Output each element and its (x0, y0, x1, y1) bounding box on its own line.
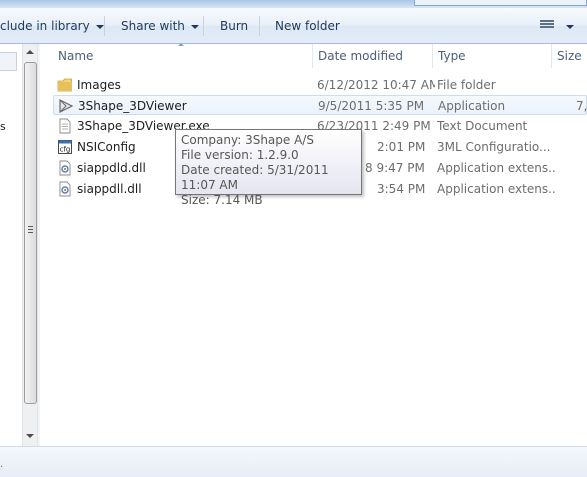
file-date: 8 9:47 PM (365, 161, 425, 175)
tooltip-file-version: File version: 1.2.9.0 (181, 148, 299, 162)
file-info-tooltip: Company: 3Shape A/S File version: 1.2.9.… (175, 129, 362, 207)
file-date: 3:54 PM (377, 182, 426, 196)
scroll-up-arrow-icon[interactable] (26, 50, 34, 54)
column-header-date-label: Date modified (318, 49, 404, 63)
file-size: 7, (576, 99, 587, 113)
details-pane-text: . (0, 459, 4, 470)
chevron-down-icon (190, 24, 199, 29)
column-header-name[interactable]: Name (52, 44, 314, 68)
column-header-type[interactable]: Type (432, 44, 552, 68)
file-type: Application extens... (437, 161, 555, 175)
file-type: Application extens... (437, 182, 555, 196)
scroll-down-arrow-icon[interactable] (26, 434, 34, 438)
new-folder-label: New folder (275, 19, 340, 33)
chevron-down-icon (95, 24, 104, 29)
file-type: 3ML Configuratio... (437, 140, 551, 154)
svg-text:cfg: cfg (60, 146, 71, 154)
file-date: 9/5/2011 5:35 PM (318, 99, 425, 113)
file-date: 6/12/2012 10:47 AM (317, 78, 435, 92)
scrollbar-thumb[interactable] (24, 62, 37, 404)
file-date: 2:01 PM (377, 140, 426, 154)
view-options-arrow-icon[interactable] (566, 25, 574, 29)
file-type: Application (438, 99, 506, 113)
grip-icon (28, 226, 33, 235)
file-row-3shape-viewer[interactable]: 3Shape_3DViewer 9/5/2011 5:35 PM Applica… (53, 95, 587, 115)
column-header-date-modified[interactable]: Date modified (312, 44, 432, 68)
folder-icon (57, 78, 72, 92)
file-row-images[interactable]: Images 6/12/2012 10:47 AM File folder (53, 75, 587, 95)
tooltip-company: Company: 3Shape A/S (181, 133, 314, 147)
nav-scrollbar[interactable] (22, 44, 38, 446)
dll-file-icon (59, 181, 71, 197)
file-type: File folder (437, 78, 496, 92)
share-with-button[interactable]: Share with (121, 8, 199, 44)
sort-ascending-icon (178, 43, 184, 46)
nav-selected-item[interactable] (0, 52, 17, 71)
burn-label: Burn (220, 19, 249, 33)
toolbar-separator (259, 16, 260, 36)
file-type: Text Document (437, 119, 528, 133)
tooltip-size: Size: 7.14 MB (181, 193, 263, 207)
window-top-edge (0, 0, 587, 8)
include-in-library-button[interactable]: clude in library (0, 8, 104, 44)
window-frame-edge (414, 0, 587, 6)
file-list: Name Date modified Type Size Images 6/12… (40, 43, 587, 446)
column-header-size[interactable]: Size (551, 44, 587, 68)
toolbar-separator (104, 16, 105, 36)
share-with-label: Share with (121, 19, 185, 33)
new-folder-button[interactable]: New folder (275, 8, 340, 44)
text-document-icon (59, 118, 71, 134)
file-name: 3Shape_3DViewer (78, 99, 187, 113)
burn-button[interactable]: Burn (220, 8, 248, 44)
column-header-size-label: Size (557, 49, 582, 63)
include-in-library-label: clude in library (0, 19, 90, 33)
details-pane: . (0, 446, 587, 477)
toolbar-separator (203, 16, 204, 36)
column-header-row: Name Date modified Type Size (40, 43, 587, 68)
application-icon (59, 99, 74, 113)
nav-item-label[interactable]: s (0, 120, 6, 133)
config-file-icon: cfg (58, 140, 72, 154)
dll-file-icon (59, 160, 71, 176)
column-header-type-label: Type (438, 49, 466, 63)
file-name: Images (77, 78, 121, 92)
command-toolbar: clude in library Share with Burn New fol… (0, 8, 587, 44)
column-header-name-label: Name (58, 49, 94, 63)
change-view-icon[interactable] (540, 20, 554, 32)
tooltip-date-created: Date created: 5/31/2011 11:07 AM (181, 163, 329, 192)
navigation-pane: s (0, 44, 22, 446)
